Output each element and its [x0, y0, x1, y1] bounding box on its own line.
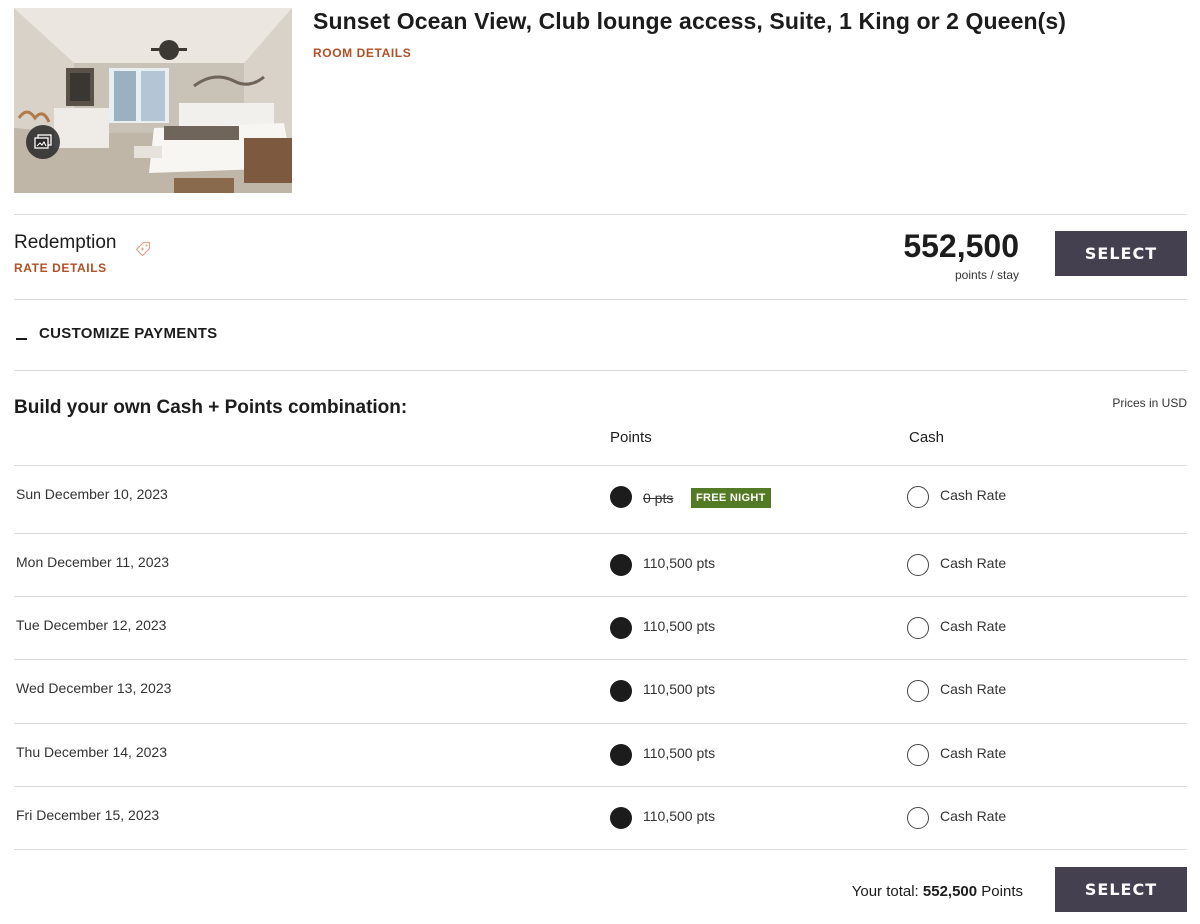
total-summary: Your total: 552,500 Points [852, 883, 1023, 900]
points-radio[interactable] [610, 744, 632, 766]
customize-payments-toggle[interactable]: CUSTOMIZE PAYMENTS [16, 325, 217, 342]
cash-column-header: Cash [909, 429, 945, 446]
night-date: Sun December 10, 2023 [16, 486, 168, 502]
total-unit: Points [981, 883, 1023, 900]
points-radio[interactable] [610, 680, 632, 702]
select-total-button[interactable]: SELECT [1055, 867, 1187, 912]
night-row: Thu December 14, 2023 110,500 pts Cash R… [14, 723, 1187, 786]
prices-currency-note: Prices in USD [1112, 396, 1187, 410]
cash-radio[interactable] [907, 554, 929, 576]
night-points: 110,500 pts [643, 681, 716, 697]
rate-name: Redemption [14, 232, 117, 253]
gallery-icon [34, 134, 52, 149]
tag-icon [135, 241, 151, 257]
cash-rate-label: Cash Rate [940, 745, 1007, 761]
night-date: Wed December 13, 2023 [16, 680, 172, 696]
night-row: Tue December 12, 2023 110,500 pts Cash R… [14, 596, 1187, 659]
cash-radio[interactable] [907, 486, 929, 508]
night-date: Thu December 14, 2023 [16, 744, 167, 760]
combination-heading: Build your own Cash + Points combination… [14, 397, 408, 418]
points-radio[interactable] [610, 486, 632, 508]
room-photo[interactable] [14, 8, 292, 193]
total-amount: 552,500 [922, 883, 978, 900]
night-row: Sun December 10, 2023 0 pts FREE NIGHT C… [14, 465, 1187, 533]
night-date: Fri December 15, 2023 [16, 807, 160, 823]
cash-rate-label: Cash Rate [940, 681, 1007, 697]
night-points: 110,500 pts [643, 555, 716, 571]
room-image [14, 8, 292, 193]
divider [14, 849, 1187, 850]
gallery-button[interactable] [26, 125, 60, 159]
points-radio[interactable] [610, 617, 632, 639]
night-points: 0 pts [643, 490, 674, 506]
rate-price: 552,500 [903, 228, 1019, 264]
customize-payments-label: CUSTOMIZE PAYMENTS [39, 325, 218, 342]
night-points: 110,500 pts [643, 745, 716, 761]
night-row: Fri December 15, 2023 110,500 pts Cash R… [14, 786, 1187, 849]
night-row: Mon December 11, 2023 110,500 pts Cash R… [14, 533, 1187, 596]
divider [14, 299, 1187, 300]
points-column-header: Points [610, 429, 652, 446]
select-rate-button[interactable]: SELECT [1055, 231, 1187, 276]
room-details-link[interactable]: ROOM DETAILS [313, 46, 411, 60]
night-date: Mon December 11, 2023 [16, 554, 170, 570]
cash-rate-label: Cash Rate [940, 808, 1007, 824]
rate-price-unit: points / stay [954, 268, 1019, 282]
rate-details-link[interactable]: RATE DETAILS [14, 261, 107, 275]
divider [14, 214, 1187, 215]
cash-radio[interactable] [907, 617, 929, 639]
cash-radio[interactable] [907, 744, 929, 766]
cash-radio[interactable] [907, 807, 929, 829]
cash-rate-label: Cash Rate [940, 618, 1007, 634]
night-row: Wed December 13, 2023 110,500 pts Cash R… [14, 659, 1187, 723]
free-night-badge: FREE NIGHT [691, 488, 771, 508]
night-date: Tue December 12, 2023 [16, 617, 167, 633]
points-radio[interactable] [610, 554, 632, 576]
points-radio[interactable] [610, 807, 632, 829]
cash-rate-label: Cash Rate [940, 555, 1007, 571]
night-points: 110,500 pts [643, 808, 716, 824]
night-points: 110,500 pts [643, 618, 716, 634]
minus-icon [16, 337, 27, 340]
cash-radio[interactable] [907, 680, 929, 702]
total-prefix: Your total: [851, 883, 919, 900]
divider [14, 370, 1187, 371]
room-title: Sunset Ocean View, Club lounge access, S… [313, 8, 1067, 34]
cash-rate-label: Cash Rate [940, 487, 1007, 503]
